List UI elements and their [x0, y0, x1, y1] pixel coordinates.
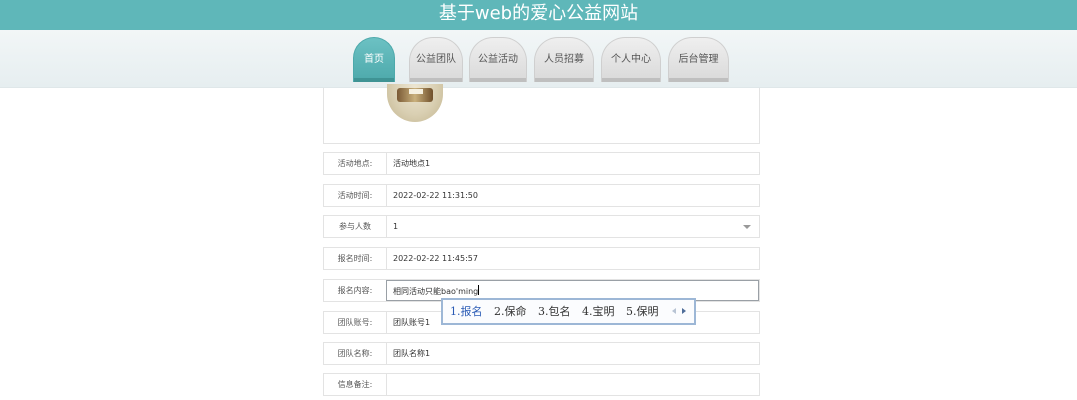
- location-field[interactable]: 活动地点1: [386, 153, 759, 174]
- activity-image-panel: [323, 84, 760, 144]
- team-account-label: 团队账号:: [337, 318, 373, 327]
- tab-charity-activity[interactable]: 公益活动: [469, 37, 527, 82]
- remarks-label: 信息备注:: [337, 380, 373, 389]
- signup-time-field[interactable]: 2022-02-22 11:45:57: [386, 248, 759, 269]
- ime-candidate[interactable]: 3.包名: [538, 305, 571, 318]
- tab-home[interactable]: 首页: [353, 37, 395, 82]
- team-name-label: 团队名称:: [337, 349, 373, 358]
- tab-recruitment[interactable]: 人员招募: [534, 37, 594, 82]
- form-row-activity-time: 活动时间: 2022-02-22 11:31:50: [323, 184, 760, 207]
- tab-charity-team[interactable]: 公益团队: [409, 37, 463, 82]
- chevron-down-icon[interactable]: [743, 225, 751, 229]
- form-row-remarks: 信息备注:: [323, 373, 760, 396]
- ime-candidate[interactable]: 5.保明: [626, 305, 659, 318]
- activity-time-field[interactable]: 2022-02-22 11:31:50: [386, 185, 759, 206]
- form-row-location: 活动地点: 活动地点1: [323, 152, 760, 175]
- tab-personal-center[interactable]: 个人中心: [601, 37, 661, 82]
- activity-thumbnail: [387, 84, 443, 122]
- form-row-team-name: 团队名称: 团队名称1: [323, 342, 760, 365]
- form-row-signup-time: 报名时间: 2022-02-22 11:45:57: [323, 247, 760, 270]
- activity-time-label: 活动时间:: [337, 191, 373, 200]
- signup-time-label: 报名时间:: [337, 254, 373, 263]
- location-label: 活动地点:: [337, 159, 373, 168]
- team-name-field[interactable]: 团队名称1: [386, 343, 759, 364]
- ime-candidate[interactable]: 4.宝明: [582, 305, 615, 318]
- participants-select[interactable]: 1: [386, 216, 759, 237]
- signup-content-text: 相同活动只能bao'ming: [393, 287, 479, 296]
- form-row-participants: 参与人数 1: [323, 215, 760, 238]
- ime-candidate-window: 1.报名 2.保命 3.包名 4.宝明 5.保明: [441, 298, 696, 325]
- ime-candidate[interactable]: 1.报名: [450, 305, 483, 318]
- site-title: 基于web的爱心公益网站: [0, 0, 1077, 30]
- ime-candidate[interactable]: 2.保命: [494, 305, 527, 318]
- next-page-icon[interactable]: [682, 308, 686, 314]
- signup-content-label: 报名内容:: [337, 286, 373, 295]
- nav-bar: 首页 公益团队 公益活动 人员招募 个人中心 后台管理: [0, 30, 1077, 88]
- prev-page-icon[interactable]: [672, 308, 676, 314]
- text-caret: [478, 285, 480, 295]
- tab-admin[interactable]: 后台管理: [668, 37, 729, 82]
- participants-value: 1: [393, 222, 399, 231]
- remarks-field[interactable]: [386, 374, 759, 395]
- participants-label: 参与人数: [339, 222, 371, 231]
